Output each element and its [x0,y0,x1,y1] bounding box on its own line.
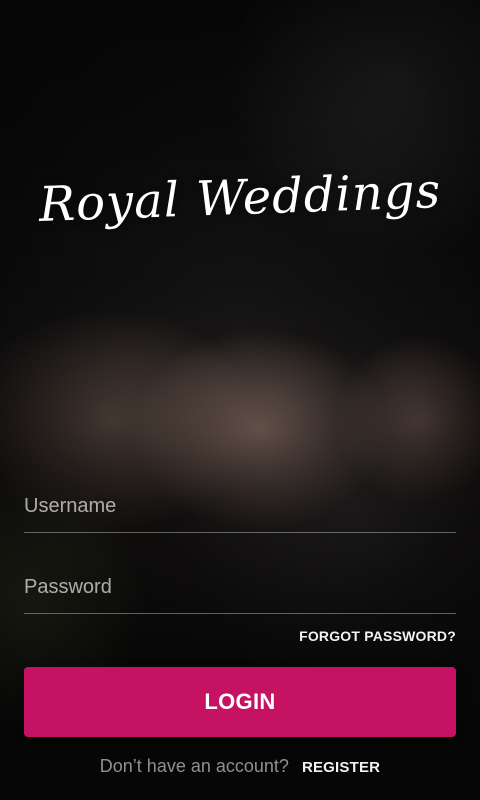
app-logo-text: Royal Weddings [37,162,442,234]
username-input[interactable] [24,480,456,532]
password-input[interactable] [24,561,456,613]
login-screen: Royal Weddings FORGOT PASSWORD? LOGIN Do… [0,0,480,800]
password-field-container [24,561,456,614]
forgot-password-link[interactable]: FORGOT PASSWORD? [299,628,456,644]
username-field-container [24,480,456,533]
register-prompt: Don’t have an account? REGISTER [0,756,480,777]
login-form [24,480,456,642]
login-button[interactable]: LOGIN [24,667,456,737]
register-prompt-text: Don’t have an account? [99,756,289,776]
register-link[interactable]: REGISTER [302,759,380,776]
app-logo: Royal Weddings [0,162,480,235]
